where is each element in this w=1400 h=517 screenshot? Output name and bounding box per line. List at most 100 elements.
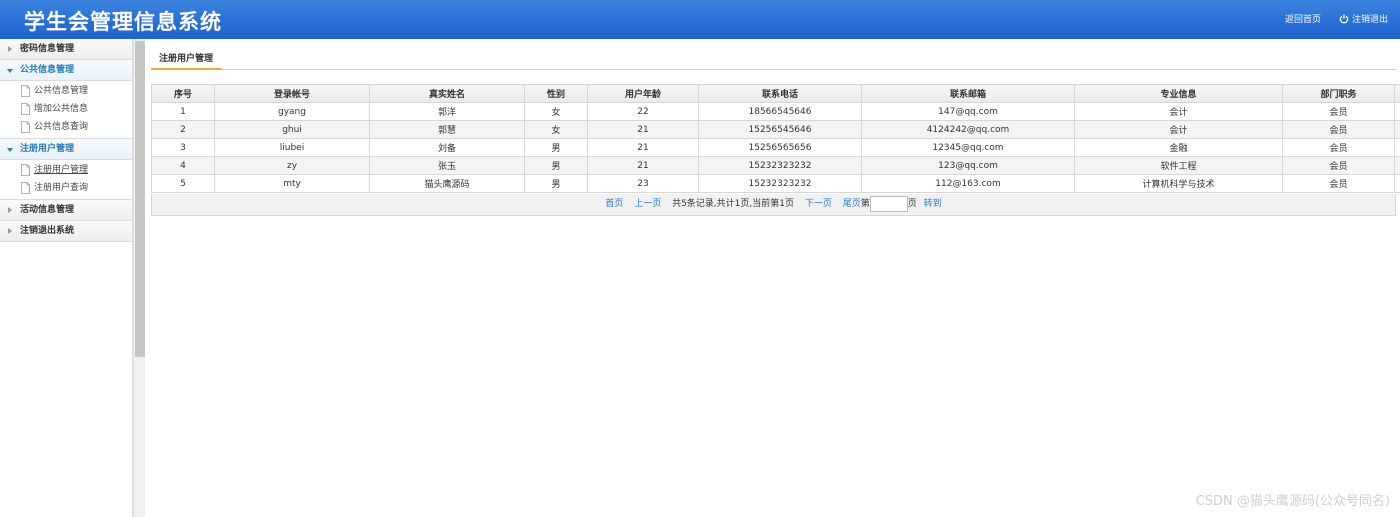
document-icon [21,121,30,133]
page-number-input[interactable] [869,195,908,212]
document-icon [21,182,30,194]
menu-head-label: 注销退出系统 [20,226,75,236]
last-page-link[interactable]: 尾页 [843,199,861,209]
table-cell: 猫头鹰源码 [369,174,525,193]
table-cell: 会计 [1074,120,1283,139]
table-row: 3 liubei 刘备 男 21 15256565656 12345@qq.co… [151,138,1400,157]
table-cell: 金融 [1074,138,1283,157]
pager-info: 共5条记录,共计1页,当前第1页 [672,199,794,209]
top-links: 返回首页 注销退出 [1285,12,1388,25]
sidebar-item-public-info-query[interactable]: 公共信息查询 [0,118,132,136]
menu-head-label: 密码信息管理 [20,44,75,54]
menu-group-users: 注册用户管理 注册用户管理 注册用户查询 [0,139,132,200]
menu-head-label: 公共信息管理 [20,65,75,75]
table-cell: 21 [587,138,699,157]
column-header: 部门职务 [1282,84,1395,103]
pagination-bar: 首页 上一页 共5条记录,共计1页,当前第1页 下一页 尾页第 页 转到 [151,194,1396,216]
table-cell: 15232323232 [698,156,862,175]
sidebar-item-users-manage[interactable]: 注册用户管理 [0,161,132,179]
table-cell: mty [214,174,370,193]
menu-head-users[interactable]: 注册用户管理 [0,139,132,160]
home-link[interactable]: 返回首页 [1285,12,1321,25]
table-cell: 147@qq.com [861,102,1075,121]
table-cell: 女 [524,102,588,121]
column-header: 专业信息 [1074,84,1283,103]
table-cell: 男 [524,174,588,193]
tab-user-manage[interactable]: 注册用户管理 [151,49,222,70]
table-cell: 男 [524,138,588,157]
table-cell: 会员 [1282,174,1395,193]
column-header: 操作 [1394,84,1400,103]
sub-list-users: 注册用户管理 注册用户查询 [0,160,132,200]
first-page-link[interactable]: 首页 [605,199,623,209]
table-cell: 4 [151,156,215,175]
column-header: 用户年龄 [587,84,699,103]
users-table: 序号 登录帐号 真实姓名 性别 用户年龄 联系电话 联系邮箱 专业信息 部门职务… [151,84,1400,193]
watermark: CSDN @猫头鹰源码(公众号同名) [1195,494,1390,509]
column-header: 序号 [151,84,215,103]
menu-head-public-info[interactable]: 公共信息管理 [0,60,132,81]
page-prefix: 第 [860,199,870,209]
table-row: 5 mty 猫头鹰源码 男 23 15232323232 112@163.com… [151,174,1400,193]
menu-head-password[interactable]: 密码信息管理 [0,39,132,60]
table-cell: 2 [151,120,215,139]
menu-head-activity[interactable]: 活动信息管理 [0,200,132,221]
document-icon [21,85,30,97]
table-cell: 会员 [1282,102,1395,121]
table-cell: ghui [214,120,370,139]
document-icon [21,103,30,115]
sidebar-item-users-query[interactable]: 注册用户查询 [0,179,132,197]
table-cell: 张玉 [369,156,525,175]
table-cell: 3 [151,138,215,157]
column-header: 联系电话 [698,84,862,103]
table-cell: 会员 [1282,138,1395,157]
table-cell: gyang [214,102,370,121]
menu-group-password: 密码信息管理 [0,39,132,60]
prev-page-link[interactable]: 上一页 [634,199,661,209]
table-cell: 21 [587,120,699,139]
next-page-link[interactable]: 下一页 [805,199,832,209]
chevron-right-icon [8,207,12,213]
table-header-row: 序号 登录帐号 真实姓名 性别 用户年龄 联系电话 联系邮箱 专业信息 部门职务… [151,84,1400,103]
table-cell: 18566545646 [698,102,862,121]
column-header: 真实姓名 [369,84,525,103]
sidebar-item-label: 注册用户查询 [34,183,89,193]
sidebar-item-label: 公共信息管理 [34,86,89,96]
sub-list-public-info: 公共信息管理 增加公共信息 公共信息查询 [0,81,132,139]
table-cell: 12345@qq.com [861,138,1075,157]
chevron-down-icon [7,148,13,152]
chevron-right-icon [8,228,12,234]
scrollbar-thumb[interactable] [135,41,145,357]
sidebar-item-public-info-manage[interactable]: 公共信息管理 [0,82,132,100]
go-page-link[interactable]: 转到 [924,199,942,209]
table-cell: 女 [524,120,588,139]
table-cell: 4124242@qq.com [861,120,1075,139]
sidebar-item-label: 公共信息查询 [34,122,89,132]
table-cell: 21 [587,156,699,175]
menu-group-logout: 注销退出系统 [0,221,132,242]
main-content: 注册用户管理 序号 登录帐号 真实姓名 性别 用户年龄 联系电话 联系邮箱 专业… [151,39,1400,517]
table-row: 2 ghui 郭慧 女 21 15256545646 4124242@qq.co… [151,120,1400,139]
logout-link[interactable]: 注销退出 [1352,12,1388,25]
table-cell: 会计 [1074,102,1283,121]
menu-head-label: 注册用户管理 [20,144,75,154]
table-cell: 15232323232 [698,174,862,193]
sidebar-scrollbar[interactable] [133,39,145,517]
table-cell: 会员 [1282,120,1395,139]
app-header: 学生会管理信息系统 返回首页 注销退出 [0,0,1400,39]
tab-bar: 注册用户管理 [151,49,1396,70]
sidebar-item-public-info-add[interactable]: 增加公共信息 [0,100,132,118]
app-title: 学生会管理信息系统 [24,10,222,34]
table-cell: liubei [214,138,370,157]
table-cell: 男 [524,156,588,175]
power-icon [1339,14,1349,24]
menu-group-activity: 活动信息管理 [0,200,132,221]
table-cell: zy [214,156,370,175]
table-cell: 计算机科学与技术 [1074,174,1283,193]
table-cell: 1 [151,102,215,121]
menu-head-logout[interactable]: 注销退出系统 [0,221,132,242]
column-header: 联系邮箱 [861,84,1075,103]
chevron-right-icon [8,46,12,52]
page-suffix: 页 [907,199,917,209]
sidebar: 密码信息管理 公共信息管理 公共信息管理 增加公共信息 公共信息查询 注册用户管… [0,39,133,517]
